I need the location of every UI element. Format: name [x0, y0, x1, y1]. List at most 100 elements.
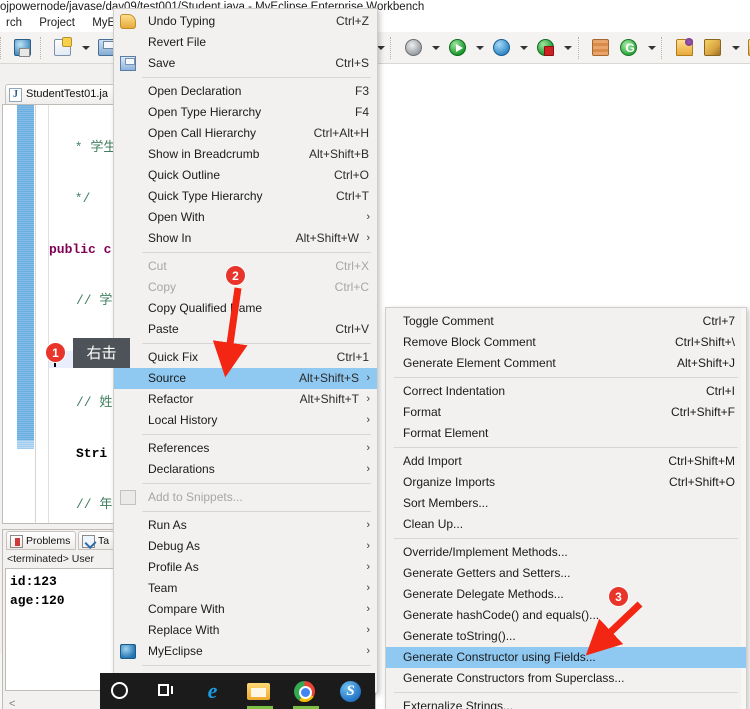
- edit-pen-icon[interactable]: [701, 35, 725, 61]
- menu-accel: Alt+Shift+S: [298, 371, 359, 385]
- chevron-right-icon: ›: [366, 519, 370, 531]
- open-package-icon[interactable]: [745, 35, 750, 61]
- run-icon[interactable]: [446, 35, 470, 61]
- run-configurations-icon[interactable]: [490, 35, 514, 61]
- menu-accel: Alt+Shift+T: [299, 392, 359, 406]
- new-table-icon[interactable]: [589, 35, 613, 61]
- tab-tasks[interactable]: Ta: [78, 531, 116, 550]
- chevron-down-icon[interactable]: [80, 35, 91, 61]
- submenu-externalize-strings[interactable]: Externalize Strings...: [386, 696, 746, 709]
- menu-source[interactable]: Source Alt+Shift+S ›: [114, 368, 377, 389]
- menu-show-in[interactable]: Show In Alt+Shift+W ›: [114, 228, 377, 249]
- menu-label: Show In: [148, 231, 192, 245]
- menu-open-with[interactable]: Open With ›: [114, 207, 377, 228]
- chevron-right-icon: ›: [366, 393, 370, 405]
- menu-myeclipse[interactable]: MyEclipse ›: [114, 641, 377, 662]
- submenu-generate-tostring[interactable]: Generate toString()...: [386, 626, 746, 647]
- menu-accel: Ctrl+Alt+H: [313, 126, 369, 140]
- app-window: ojpowernode/javase/day09/test001/Student…: [0, 0, 750, 709]
- menu-label: Debug As: [148, 539, 201, 553]
- menu-team[interactable]: Team ›: [114, 578, 377, 599]
- editor-change-ruler-secondary: [17, 440, 34, 449]
- chrome-icon[interactable]: [284, 673, 328, 709]
- menu-profile-as[interactable]: Profile As ›: [114, 557, 377, 578]
- menu-run-as[interactable]: Run As ›: [114, 515, 377, 536]
- menu-references[interactable]: References ›: [114, 438, 377, 459]
- menu-show-in-breadcrumb[interactable]: Show in Breadcrumb Alt+Shift+B: [114, 144, 377, 165]
- panel-collapse-arrow[interactable]: <: [9, 698, 15, 709]
- menu-item-project[interactable]: Project: [33, 14, 83, 32]
- open-folder-icon[interactable]: [673, 35, 697, 61]
- menu-accel: Ctrl+X: [335, 259, 369, 273]
- submenu-clean-up[interactable]: Clean Up...: [386, 514, 746, 535]
- submenu-generate-delegate-methods[interactable]: Generate Delegate Methods...: [386, 584, 746, 605]
- menu-accel: Ctrl+Shift+F: [670, 405, 735, 419]
- web-browser-icon[interactable]: [11, 35, 35, 61]
- menu-accel: Ctrl+1: [336, 350, 369, 364]
- chevron-down-icon[interactable]: [474, 35, 485, 61]
- editor-tab-studenttest01[interactable]: StudentTest01.ja: [5, 84, 123, 104]
- chevron-down-icon[interactable]: [562, 35, 573, 61]
- menu-copy-qualified-name[interactable]: Copy Qualified Name: [114, 298, 377, 319]
- menu-save[interactable]: Save Ctrl+S: [114, 53, 377, 74]
- menu-accel: Ctrl+Shift+\: [674, 335, 735, 349]
- debug-icon[interactable]: [402, 35, 426, 61]
- chevron-down-icon[interactable]: [646, 35, 657, 61]
- menu-label: Generate Constructors from Superclass...: [403, 671, 625, 685]
- menu-compare-with[interactable]: Compare With ›: [114, 599, 377, 620]
- chevron-right-icon: ›: [366, 624, 370, 636]
- generate-icon[interactable]: [617, 35, 641, 61]
- chevron-right-icon: ›: [366, 372, 370, 384]
- submenu-correct-indentation[interactable]: Correct Indentation Ctrl+I: [386, 381, 746, 402]
- menu-open-call-hierarchy[interactable]: Open Call Hierarchy Ctrl+Alt+H: [114, 123, 377, 144]
- menu-quick-outline[interactable]: Quick Outline Ctrl+O: [114, 165, 377, 186]
- tab-problems[interactable]: Problems: [6, 531, 77, 550]
- menu-label: Revert File: [148, 35, 207, 49]
- submenu-generate-getters-and-setters[interactable]: Generate Getters and Setters...: [386, 563, 746, 584]
- menu-label: Generate toString()...: [403, 629, 516, 643]
- menu-replace-with[interactable]: Replace With ›: [114, 620, 377, 641]
- file-explorer-icon[interactable]: [238, 673, 282, 709]
- submenu-sort-members[interactable]: Sort Members...: [386, 493, 746, 514]
- menu-undo-typing[interactable]: Undo Typing Ctrl+Z: [114, 11, 377, 32]
- sogou-browser-icon[interactable]: [330, 673, 374, 709]
- problems-icon: [10, 535, 23, 548]
- new-wizard-icon[interactable]: [51, 35, 75, 61]
- menu-open-type-hierarchy[interactable]: Open Type Hierarchy F4: [114, 102, 377, 123]
- menu-paste[interactable]: Paste Ctrl+V: [114, 319, 377, 340]
- chevron-down-icon[interactable]: [730, 35, 741, 61]
- menu-debug-as[interactable]: Debug As ›: [114, 536, 377, 557]
- menu-local-history[interactable]: Local History ›: [114, 410, 377, 431]
- menu-accel: Ctrl+S: [335, 56, 369, 70]
- chevron-down-icon[interactable]: [518, 35, 529, 61]
- menu-label: Open Type Hierarchy: [148, 105, 262, 119]
- submenu-toggle-comment[interactable]: Toggle Comment Ctrl+7: [386, 311, 746, 332]
- chevron-right-icon: ›: [366, 540, 370, 552]
- menu-declarations[interactable]: Declarations ›: [114, 459, 377, 480]
- chevron-right-icon: ›: [366, 442, 370, 454]
- menu-quick-fix[interactable]: Quick Fix Ctrl+1: [114, 347, 377, 368]
- submenu-override-implement-methods[interactable]: Override/Implement Methods...: [386, 542, 746, 563]
- chevron-down-icon[interactable]: [430, 35, 441, 61]
- submenu-format[interactable]: Format Ctrl+Shift+F: [386, 402, 746, 423]
- menu-revert-file[interactable]: Revert File: [114, 32, 377, 53]
- submenu-organize-imports[interactable]: Organize Imports Ctrl+Shift+O: [386, 472, 746, 493]
- submenu-generate-hashcode-equals[interactable]: Generate hashCode() and equals()...: [386, 605, 746, 626]
- menu-refactor[interactable]: Refactor Alt+Shift+T ›: [114, 389, 377, 410]
- menu-quick-type-hierarchy[interactable]: Quick Type Hierarchy Ctrl+T: [114, 186, 377, 207]
- submenu-generate-constructor-using-fields[interactable]: Generate Constructor using Fields...: [386, 647, 746, 668]
- task-view-icon[interactable]: [146, 673, 190, 709]
- submenu-generate-constructors-from-superclass[interactable]: Generate Constructors from Superclass...: [386, 668, 746, 689]
- submenu-remove-block-comment[interactable]: Remove Block Comment Ctrl+Shift+\: [386, 332, 746, 353]
- run-last-icon[interactable]: [534, 35, 558, 61]
- toolbar-separator: [577, 37, 585, 59]
- menu-item-search[interactable]: rch: [0, 14, 30, 32]
- menu-open-declaration[interactable]: Open Declaration F3: [114, 81, 377, 102]
- submenu-add-import[interactable]: Add Import Ctrl+Shift+M: [386, 451, 746, 472]
- submenu-format-element[interactable]: Format Element: [386, 423, 746, 444]
- internet-explorer-icon[interactable]: e: [192, 673, 236, 709]
- submenu-generate-element-comment[interactable]: Generate Element Comment Alt+Shift+J: [386, 353, 746, 374]
- menu-label: Quick Type Hierarchy: [148, 189, 263, 203]
- cortana-icon[interactable]: [100, 673, 144, 709]
- menu-accel: F4: [354, 105, 369, 119]
